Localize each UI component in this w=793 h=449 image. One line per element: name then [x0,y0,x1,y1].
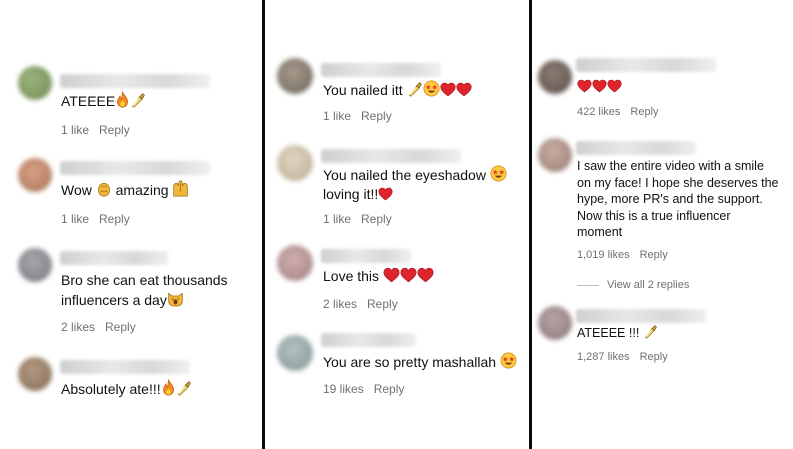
comment-line: I saw the entire video with a smile [577,159,764,173]
comments-panel-2: You nailed itt 1 like Reply You nailed th… [265,0,529,449]
comment-line: hype, more PR's and the support. [577,192,763,206]
comment-meta: 1 like Reply [323,212,402,226]
red-heart-emoji [378,187,393,201]
reply-button[interactable]: Reply [374,382,405,396]
red-heart-emoji [456,82,472,97]
avatar[interactable] [277,335,313,371]
comment-meta: 1,019 likes Reply [577,249,678,261]
reply-button[interactable]: Reply [640,351,668,363]
comments-panel-3: 422 likes Reply I saw the entire video wi… [532,0,793,449]
comment-text: ATEEEE [61,91,146,111]
red-heart-emoji [592,79,607,93]
reply-button[interactable]: Reply [99,123,130,137]
comment-line: Now this is a true influencer [577,208,731,223]
like-count[interactable]: 422 likes [577,106,620,118]
reply-button[interactable]: Reply [630,106,658,118]
nail-polish-emoji [643,324,658,339]
comment-text: Love this [323,267,434,286]
username-redacted[interactable] [60,360,190,374]
reply-button[interactable]: Reply [105,320,136,334]
reply-button[interactable]: Reply [99,212,130,226]
avatar[interactable] [18,357,52,391]
comment-line: Bro she can eat thousands [61,272,228,288]
comment-meta: 2 likes Reply [61,320,146,334]
avatar[interactable] [538,306,572,340]
comment-text: Wow amazing [61,180,189,200]
fire-emoji [115,91,130,108]
comment-text: Bro she can eat thousands influencers a … [61,272,228,308]
like-count[interactable]: 2 likes [61,320,95,334]
avatar[interactable] [538,138,572,172]
star-struck-emoji [423,80,440,97]
username-redacted[interactable] [576,58,716,72]
reply-button[interactable]: Reply [361,109,392,123]
username-redacted[interactable] [321,333,416,347]
username-redacted[interactable] [576,141,696,155]
clapping-hands-emoji [96,181,112,197]
username-redacted[interactable] [60,74,210,88]
comment-meta: 19 likes Reply [323,382,414,396]
nail-polish-emoji [130,92,146,108]
like-count[interactable]: 1 like [61,212,89,226]
like-count[interactable]: 1 like [323,212,351,226]
comment-text: You are so pretty mashallah [323,352,517,372]
comment-line: on my face! I hope she deserves the [577,175,779,190]
like-count[interactable]: 1,287 likes [577,351,630,363]
reply-button[interactable]: Reply [367,297,398,311]
comment-meta: 1 like Reply [61,212,140,226]
username-redacted[interactable] [321,149,461,163]
comment-meta: 1,287 likes Reply [577,351,678,363]
reply-button[interactable]: Reply [640,249,668,261]
comment-text: Absolutely ate!!! [61,379,192,399]
avatar[interactable] [18,66,52,100]
avatar[interactable] [277,145,313,181]
comment-meta: 1 like Reply [323,109,402,123]
avatar[interactable] [18,248,52,282]
comment-text: You nailed the eyeshadow loving it!! [323,165,507,204]
comment-text [577,79,622,96]
like-count[interactable]: 1,019 likes [577,249,630,261]
avatar[interactable] [277,58,313,94]
username-redacted[interactable] [321,63,441,77]
avatar[interactable] [18,158,52,192]
comment-text: I saw the entire video with a smile on m… [577,158,779,241]
weary-cat-emoji [167,290,184,307]
red-heart-emoji [383,267,400,283]
red-heart-emoji [400,267,417,283]
red-heart-emoji [440,82,456,97]
fire-emoji [161,379,176,396]
comment-line: moment [577,225,623,239]
like-count[interactable]: 2 likes [323,297,357,311]
username-redacted[interactable] [321,249,411,263]
reply-button[interactable]: Reply [361,212,392,226]
comment-meta: 1 like Reply [61,123,140,137]
red-heart-emoji [577,79,592,93]
raising-hands-emoji [172,180,189,197]
view-replies-button[interactable]: View all 2 replies [577,279,689,291]
red-heart-emoji [607,79,622,93]
comments-panel-1: ATEEEE 1 like Reply Wow amazing 1 like Rep… [0,0,262,449]
nail-polish-emoji [407,81,423,97]
like-count[interactable]: 1 like [323,109,351,123]
red-heart-emoji [417,267,434,283]
username-redacted[interactable] [60,161,210,175]
like-count[interactable]: 1 like [61,123,89,137]
like-count[interactable]: 19 likes [323,382,364,396]
comment-text: ATEEEE !!! [577,324,658,342]
username-redacted[interactable] [576,309,706,323]
avatar[interactable] [277,245,313,281]
comment-meta: 2 likes Reply [323,297,408,311]
comment-text: You nailed itt [323,80,472,100]
comment-meta: 422 likes Reply [577,106,669,118]
username-redacted[interactable] [60,251,168,265]
star-struck-emoji [500,352,517,369]
star-struck-emoji [490,165,507,182]
nail-polish-emoji [176,380,192,396]
avatar[interactable] [538,60,572,94]
